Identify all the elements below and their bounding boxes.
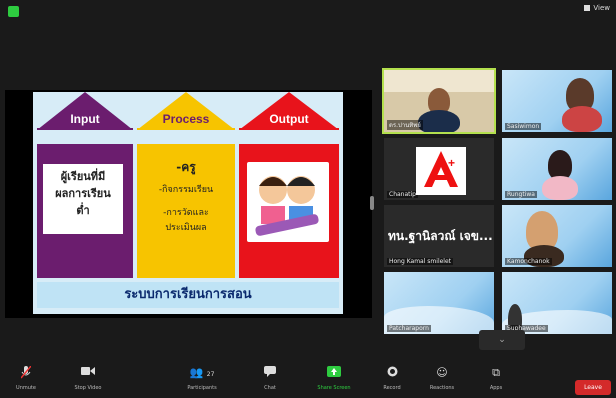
microphone-icon (4, 365, 48, 380)
record-button[interactable]: Record (370, 366, 414, 391)
security-shield-icon[interactable] (8, 6, 19, 17)
video-tile[interactable]: Rungtiwa (502, 138, 612, 200)
stop-video-button[interactable]: Stop Video (66, 366, 110, 391)
video-tile[interactable]: ทน.ฐานิลวณ์ เจข... Hong Kamal smilelet (384, 205, 494, 267)
output-header: Output (239, 92, 339, 130)
record-icon (370, 366, 414, 380)
chat-button[interactable]: Chat (248, 366, 292, 391)
leave-button[interactable]: Leave (575, 380, 611, 395)
video-camera-icon (66, 366, 110, 380)
video-tile[interactable]: ดร.ปานทิพย์ (382, 68, 496, 134)
slide-content: Input Process Output ผู้เรียนที่มี ผลการ… (33, 92, 343, 314)
view-grid-icon (584, 5, 591, 11)
process-header: Process (137, 92, 235, 130)
academy-logo-icon: + (416, 147, 466, 195)
share-screen-icon (312, 366, 356, 380)
unmute-button[interactable]: Unmute (4, 365, 48, 391)
connector-bar (33, 130, 343, 144)
top-bar: View (0, 0, 616, 22)
chat-icon (248, 366, 292, 380)
apps-icon: ⧉ (492, 366, 500, 379)
apps-button[interactable]: ⧉ Apps (474, 366, 518, 391)
meeting-toolbar: Unmute Stop Video 👥 27 Participants Chat… (0, 362, 616, 398)
process-list: -ครู -กิจกรรมเรียน -การวัดและ ประเมินผล (158, 160, 214, 233)
input-header: Input (37, 92, 133, 130)
share-screen-button[interactable]: Share Screen (312, 366, 356, 391)
expand-gallery-button[interactable]: ⌄ (479, 330, 525, 350)
video-tile[interactable]: Suphawadee (502, 272, 612, 334)
reactions-button[interactable]: ☺ Reactions (420, 366, 464, 391)
participants-icon: 👥 27 (189, 366, 215, 379)
input-text-box: ผู้เรียนที่มี ผลการเรียน ต่ำ (43, 164, 123, 234)
view-button[interactable]: View (584, 4, 610, 12)
video-tile[interactable]: Kamonchanok (502, 205, 612, 267)
participants-button[interactable]: 👥 27 Participants (180, 366, 224, 391)
shared-screen: Input Process Output ผู้เรียนที่มี ผลการ… (5, 90, 372, 318)
video-tile[interactable]: Patcharaporn (384, 272, 494, 334)
panel-resize-handle[interactable] (370, 196, 374, 210)
slide-footer: ระบบการเรียนการสอน (37, 282, 339, 308)
reactions-icon: ☺ (436, 366, 448, 379)
children-illustration (247, 162, 329, 242)
svg-text:+: + (448, 156, 455, 170)
chevron-down-icon: ⌄ (498, 335, 506, 345)
video-tile[interactable]: Sasiwimon (502, 70, 612, 132)
